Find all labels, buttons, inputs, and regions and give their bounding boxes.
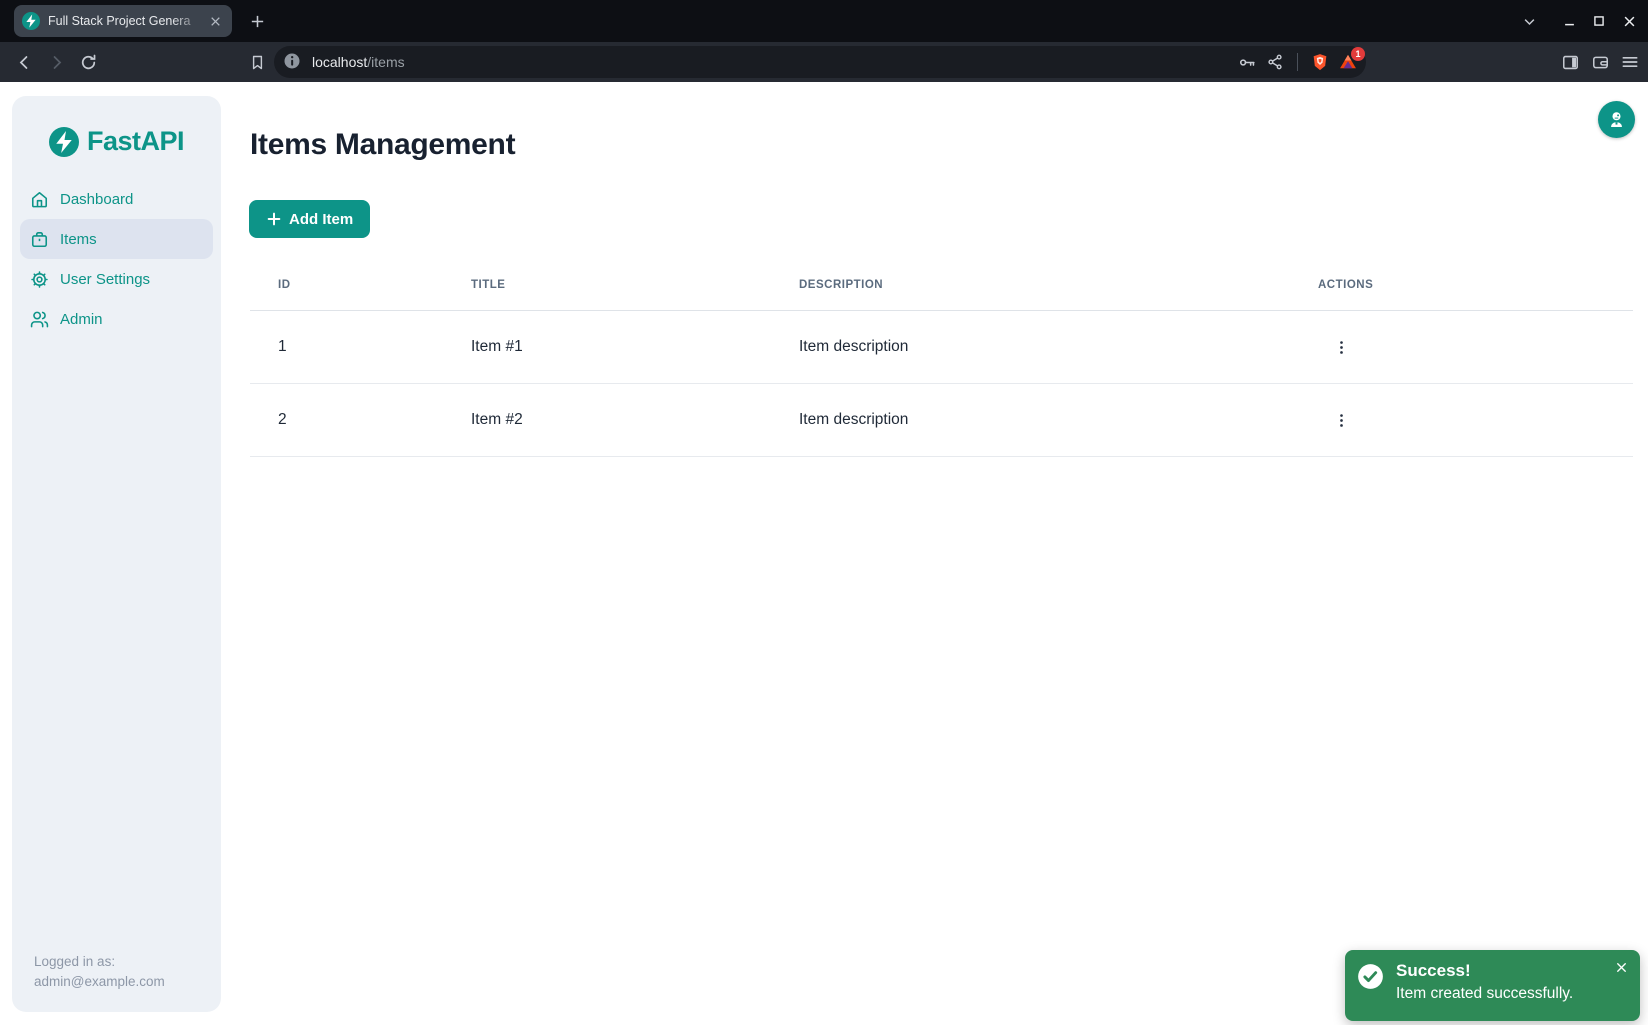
col-header-id: ID [250, 279, 443, 291]
col-header-description: DESCRIPTION [771, 279, 1290, 291]
fastapi-favicon-bolt-icon [22, 12, 40, 30]
success-toast: Success! Item created successfully. [1345, 950, 1640, 1021]
col-header-title: TITLE [443, 279, 771, 291]
sidebar-item-label: User Settings [60, 271, 150, 288]
share-icon[interactable] [1261, 48, 1289, 76]
key-icon[interactable] [1233, 48, 1261, 76]
back-button[interactable] [10, 48, 38, 76]
table-header-row: ID TITLE DESCRIPTION ACTIONS [250, 259, 1633, 311]
cell-id: 1 [250, 338, 443, 356]
table-row: 1 Item #1 Item description [250, 311, 1633, 384]
minimize-button[interactable] [1554, 6, 1584, 36]
toast-close-icon[interactable] [1612, 958, 1630, 976]
add-item-button[interactable]: Add Item [249, 200, 370, 238]
brave-shield-icon[interactable] [1306, 48, 1334, 76]
logged-in-label: Logged in as: [34, 952, 211, 972]
robot-user-icon [1606, 109, 1627, 130]
browser-tab-bar: Full Stack Project Genera [0, 0, 1648, 42]
cell-description: Item description [771, 411, 1290, 429]
logged-in-footer: Logged in as: admin@example.com [34, 952, 211, 992]
close-window-button[interactable] [1614, 6, 1644, 36]
fastapi-logo: FastAPI [12, 126, 221, 157]
logo-text: FastAPI [87, 126, 184, 157]
briefcase-icon [30, 230, 49, 249]
row-actions-kebab-icon[interactable] [1328, 334, 1354, 360]
brave-rewards-icon[interactable]: 1 [1334, 48, 1362, 76]
row-actions-kebab-icon[interactable] [1328, 407, 1354, 433]
sidebar: FastAPI Dashboard Items User Settings Ad… [12, 96, 221, 1012]
cell-title: Item #2 [443, 411, 771, 429]
fastapi-bolt-icon [49, 127, 79, 157]
wallet-icon[interactable] [1585, 47, 1615, 77]
items-table: ID TITLE DESCRIPTION ACTIONS 1 Item #1 I… [250, 259, 1633, 457]
sidebar-item-items[interactable]: Items [20, 219, 213, 259]
tab-search-chevron-icon[interactable] [1514, 6, 1544, 36]
check-circle-icon [1357, 963, 1384, 990]
gear-icon [30, 270, 49, 289]
url-path: /items [367, 54, 404, 70]
sidebar-item-label: Admin [60, 311, 103, 328]
plus-icon [266, 211, 282, 227]
url-text: localhost/items [312, 54, 405, 70]
url-host: localhost [312, 54, 367, 70]
col-header-actions: ACTIONS [1290, 279, 1633, 291]
side-panel-icon[interactable] [1555, 47, 1585, 77]
sidebar-nav: Dashboard Items User Settings Admin [12, 179, 221, 339]
sidebar-item-user-settings[interactable]: User Settings [20, 259, 213, 299]
toast-title: Success! [1396, 960, 1573, 982]
cell-title: Item #1 [443, 338, 771, 356]
cell-id: 2 [250, 411, 443, 429]
table-row: 2 Item #2 Item description [250, 384, 1633, 457]
tab-title: Full Stack Project Genera [48, 14, 206, 28]
url-bar[interactable]: localhost/items 1 [274, 46, 1366, 78]
hamburger-menu-icon[interactable] [1615, 47, 1645, 77]
users-icon [30, 310, 49, 329]
browser-tab[interactable]: Full Stack Project Genera [14, 5, 232, 37]
page-info-icon[interactable] [282, 51, 304, 73]
toast-text: Success! Item created successfully. [1396, 960, 1573, 1005]
toast-message: Item created successfully. [1396, 982, 1573, 1005]
sidebar-item-label: Items [60, 231, 97, 248]
logged-in-email: admin@example.com [34, 972, 211, 992]
cell-description: Item description [771, 338, 1290, 356]
new-tab-button[interactable] [244, 8, 270, 34]
add-item-label: Add Item [289, 211, 353, 228]
urlbar-divider [1297, 53, 1298, 71]
sidebar-item-admin[interactable]: Admin [20, 299, 213, 339]
browser-toolbar: localhost/items 1 [0, 42, 1648, 82]
sidebar-item-dashboard[interactable]: Dashboard [20, 179, 213, 219]
sidebar-item-label: Dashboard [60, 191, 133, 208]
reload-button[interactable] [74, 48, 102, 76]
forward-button[interactable] [42, 48, 70, 76]
maximize-button[interactable] [1584, 6, 1614, 36]
app-content: FastAPI Dashboard Items User Settings Ad… [0, 82, 1648, 1025]
rewards-badge: 1 [1351, 47, 1365, 61]
tab-close-icon[interactable] [206, 12, 224, 30]
user-avatar-button[interactable] [1598, 101, 1635, 138]
home-icon [30, 190, 49, 209]
page-title: Items Management [250, 128, 515, 162]
bookmark-icon[interactable] [243, 48, 271, 76]
